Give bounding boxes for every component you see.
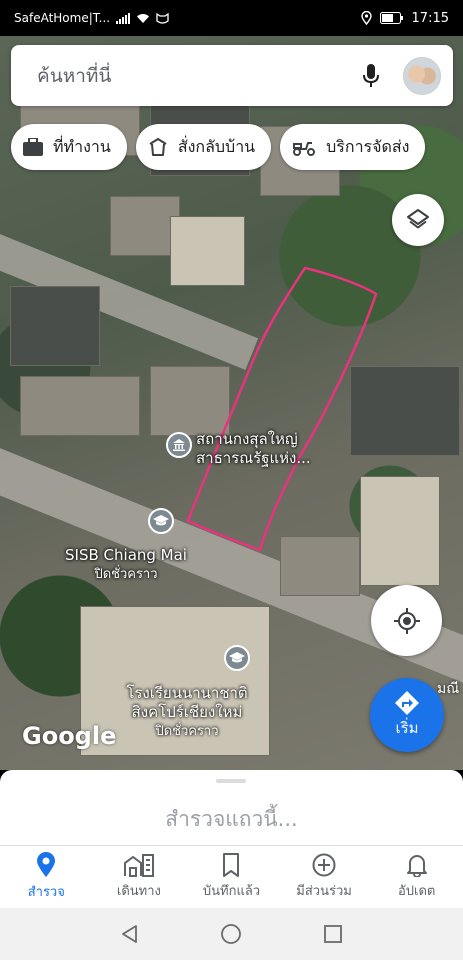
add-circle-icon: [312, 853, 336, 877]
chip-takeout[interactable]: สั่งกลับบ้าน: [135, 124, 272, 170]
delivery-scooter-icon: [293, 142, 316, 156]
explore-sheet[interactable]: สำรวจแถวนี้...: [0, 770, 463, 846]
chip-work[interactable]: ที่ทำงาน: [11, 124, 127, 170]
nav-commute[interactable]: เดินทาง: [93, 846, 186, 908]
microphone-icon[interactable]: [353, 58, 389, 94]
clock: 17:15: [411, 10, 449, 26]
chip-label: บริการจัดส่ง: [326, 136, 410, 156]
battery-icon: [379, 12, 403, 24]
nav-saved[interactable]: บันทึกแล้ว: [185, 846, 278, 908]
crosshair-icon: [393, 607, 420, 634]
drawn-boundary: [186, 266, 378, 552]
wifi-icon: [137, 13, 150, 23]
explore-nearby-text: สำรวจแถวนี้...: [165, 807, 298, 831]
avatar[interactable]: [403, 56, 441, 95]
school-icon: [224, 645, 250, 671]
directions-icon: [395, 691, 419, 715]
sisb-pin[interactable]: [148, 508, 174, 534]
nav-label: มีส่วนร่วม: [296, 884, 352, 899]
commute-icon: [123, 854, 154, 877]
nav-label: สำรวจ: [27, 885, 65, 900]
singapore-school-pin[interactable]: [224, 645, 250, 671]
bookmark-icon: [223, 853, 240, 877]
google-logo: Google: [22, 722, 117, 750]
category-chips: ที่ทำงาน สั่งกลับบ้าน บริการจัดส่ง: [11, 124, 426, 170]
consulate-label: สถานกงสุลใหญ่ สาธารณรัฐแห่ง...: [196, 430, 311, 467]
takeout-icon: [149, 138, 167, 156]
sisb-label: SISB Chiang Mai ปิดชั่วคราว: [65, 546, 187, 582]
my-location-button[interactable]: [371, 585, 442, 656]
cat-face-icon: [156, 12, 169, 24]
search-input[interactable]: ค้นหาที่นี่: [37, 61, 353, 91]
bottom-nav: สำรวจ เดินทาง บันทึกแล้ว มีส่วนร่วม อัปเ…: [0, 846, 463, 908]
consulate-pin[interactable]: [166, 432, 192, 458]
bell-icon: [406, 855, 427, 877]
start-label: เริ่ม: [395, 719, 419, 737]
nav-label: บันทึกแล้ว: [202, 884, 261, 899]
home-icon[interactable]: [220, 923, 242, 945]
government-building-icon: [166, 432, 192, 458]
signal-icon: [116, 12, 131, 24]
chip-label: สั่งกลับบ้าน: [177, 136, 256, 156]
nav-contribute[interactable]: มีส่วนร่วม: [278, 846, 371, 908]
chip-delivery[interactable]: บริการจัดส่ง: [280, 124, 426, 170]
layers-button[interactable]: [392, 194, 444, 246]
sheet-handle[interactable]: [216, 779, 246, 783]
system-navigation-bar: [0, 908, 463, 960]
search-bar[interactable]: ค้นหาที่นี่: [11, 45, 453, 106]
briefcase-icon: [23, 138, 43, 156]
place-pin-icon: [37, 852, 56, 877]
singapore-school-label: โรงเรียนนานาชาติ สิงคโปร์เชียงใหม่ ปิดชั…: [126, 684, 248, 739]
start-directions-button[interactable]: เริ่ม: [370, 678, 444, 752]
layers-icon: [407, 209, 429, 229]
location-status-icon: [360, 11, 372, 25]
nav-explore[interactable]: สำรวจ: [0, 846, 93, 908]
chip-label: ที่ทำงาน: [53, 136, 111, 156]
back-icon[interactable]: [120, 924, 140, 944]
status-bar: SafeAtHome|T... 17:15: [0, 0, 463, 36]
nav-label: อัปเดต: [397, 884, 436, 899]
nav-updates[interactable]: อัปเดต: [370, 846, 463, 908]
carrier-label: SafeAtHome|T...: [14, 11, 111, 25]
road-name-label: มณี: [437, 681, 460, 697]
nav-label: เดินทาง: [116, 884, 161, 899]
recents-icon[interactable]: [323, 924, 343, 944]
school-icon: [148, 508, 174, 534]
